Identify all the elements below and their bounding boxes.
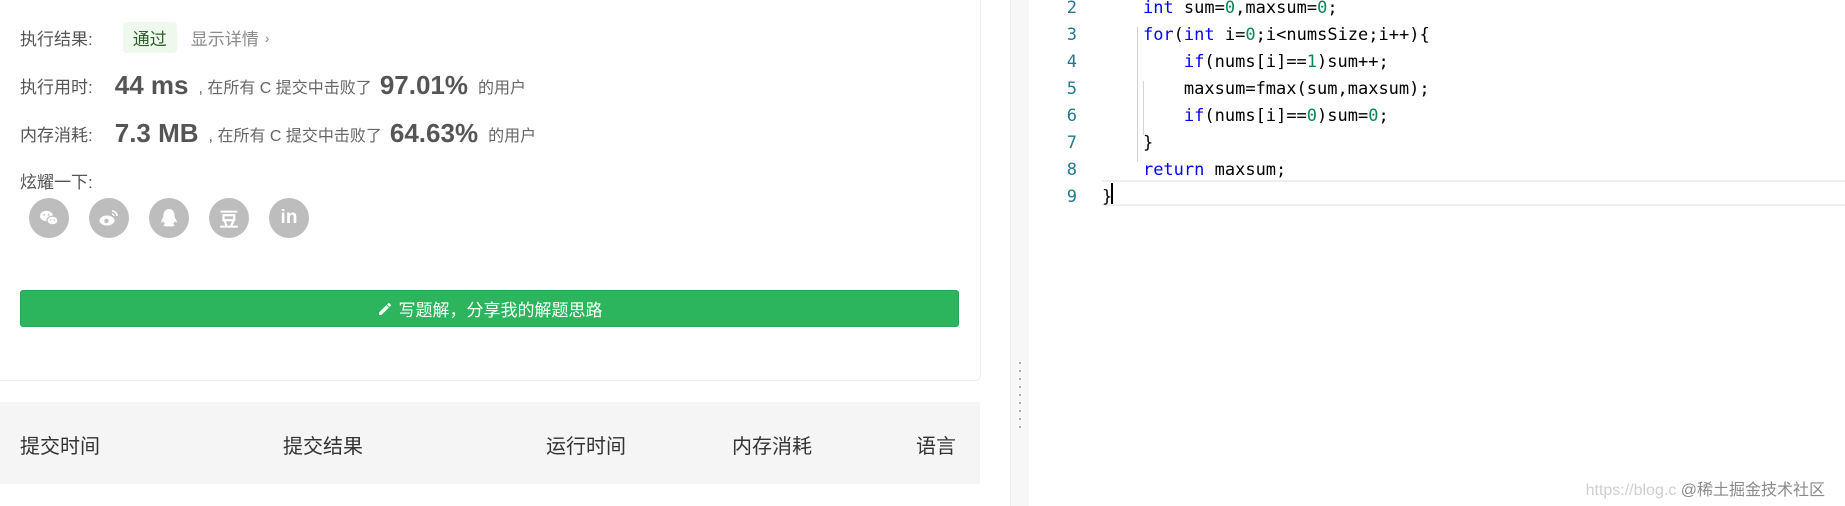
runtime-row: 执行用时: 44 ms , 在所有 C 提交中击败了 97.01% 的用户 — [20, 70, 526, 101]
code-line[interactable]: 3 for(int i=0;i<numsSize;i++){ — [1029, 21, 1845, 48]
result-label: 执行结果: — [20, 30, 93, 49]
line-number: 7 — [1066, 132, 1077, 153]
write-solution-label: 写题解，分享我的解题思路 — [398, 301, 603, 320]
watermark-main: @稀土掘金技术社区 — [1680, 482, 1825, 499]
code-line[interactable]: 4 if(nums[i]==1)sum++; — [1029, 48, 1845, 75]
column-runtime[interactable]: 运行时间 — [546, 430, 626, 459]
runtime-percent: 97.01% — [379, 70, 468, 100]
code-editor[interactable]: 2 int sum=0,maxsum=0; 3 for(int i=0;i<num… — [1029, 0, 1845, 506]
splitter-grip-icon[interactable] — [1019, 362, 1021, 432]
status-badge: 通过 — [122, 22, 177, 53]
code-text[interactable]: } — [1102, 133, 1153, 153]
code-line[interactable]: 6 if(nums[i]==0)sum=0; — [1029, 102, 1845, 129]
pencil-icon — [378, 302, 391, 315]
column-memory[interactable]: 内存消耗 — [732, 430, 812, 459]
text-caret — [1111, 183, 1113, 204]
watermark: https://blog.c @稀土掘金技术社区 — [1586, 476, 1825, 500]
runtime-prefix: , 在所有 C 提交中击败了 — [198, 79, 372, 97]
linkedin-glyph: in — [280, 207, 298, 228]
line-number: 5 — [1066, 78, 1077, 99]
line-number: 8 — [1066, 159, 1077, 180]
code-text[interactable]: if(nums[i]==0)sum=0; — [1102, 106, 1389, 126]
wechat-icon[interactable] — [29, 198, 69, 238]
line-number: 4 — [1066, 51, 1077, 72]
column-language[interactable]: 语言 — [916, 430, 956, 459]
code-text[interactable]: return maxsum; — [1102, 160, 1286, 180]
column-submit-result[interactable]: 提交结果 — [283, 430, 363, 459]
douban-icon[interactable]: 豆 — [209, 198, 249, 238]
runtime-label: 执行用时: — [20, 78, 93, 97]
code-line[interactable]: 2 int sum=0,maxsum=0; — [1029, 0, 1845, 21]
code-text[interactable]: int sum=0,maxsum=0; — [1102, 0, 1338, 18]
memory-suffix: 的用户 — [488, 127, 537, 145]
code-line[interactable]: 7 } — [1029, 129, 1845, 156]
code-text[interactable]: for(int i=0;i<numsSize;i++){ — [1102, 25, 1430, 45]
share-label: 炫耀一下: — [20, 173, 93, 192]
submission-result-panel: 执行结果: 通过 显示详情 › 执行用时: 44 ms , 在所有 C 提交中击… — [0, 0, 981, 381]
write-solution-button[interactable]: 写题解，分享我的解题思路 — [20, 290, 959, 327]
linkedin-icon[interactable]: in — [269, 198, 309, 238]
line-number: 6 — [1066, 105, 1077, 126]
code-line[interactable]: 9} — [1029, 183, 1845, 210]
show-details-link[interactable]: 显示详情 — [191, 25, 259, 50]
code-text[interactable]: maxsum=fmax(sum,maxsum); — [1102, 79, 1430, 99]
weibo-icon[interactable] — [89, 198, 129, 238]
watermark-url: https://blog.c — [1585, 482, 1677, 499]
line-number: 9 — [1066, 186, 1077, 207]
memory-prefix: , 在所有 C 提交中击败了 — [208, 127, 382, 145]
douban-glyph: 豆 — [219, 209, 239, 231]
qq-icon[interactable] — [149, 198, 189, 238]
memory-row: 内存消耗: 7.3 MB , 在所有 C 提交中击败了 64.63% 的用户 — [20, 118, 536, 149]
share-row: 炫耀一下: — [20, 168, 93, 193]
pane-splitter[interactable] — [1010, 0, 1030, 506]
column-submit-time[interactable]: 提交时间 — [20, 430, 100, 459]
result-row: 执行结果: 通过 显示详情 › — [20, 22, 269, 53]
memory-percent: 64.63% — [389, 118, 479, 148]
runtime-value: 44 ms — [114, 70, 189, 100]
code-text[interactable]: if(nums[i]==1)sum++; — [1102, 52, 1389, 72]
share-icons: 豆 in — [29, 198, 309, 238]
chevron-right-icon[interactable]: › — [265, 30, 270, 46]
line-number: 3 — [1066, 24, 1077, 45]
code-line[interactable]: 5 maxsum=fmax(sum,maxsum); — [1029, 75, 1845, 102]
line-number: 2 — [1066, 0, 1077, 18]
memory-label: 内存消耗: — [20, 126, 93, 145]
memory-value: 7.3 MB — [114, 118, 199, 148]
code-line[interactable]: 8 return maxsum; — [1029, 156, 1845, 183]
runtime-suffix: 的用户 — [478, 79, 527, 97]
submissions-table-header: 提交时间 提交结果 运行时间 内存消耗 语言 — [0, 402, 980, 484]
